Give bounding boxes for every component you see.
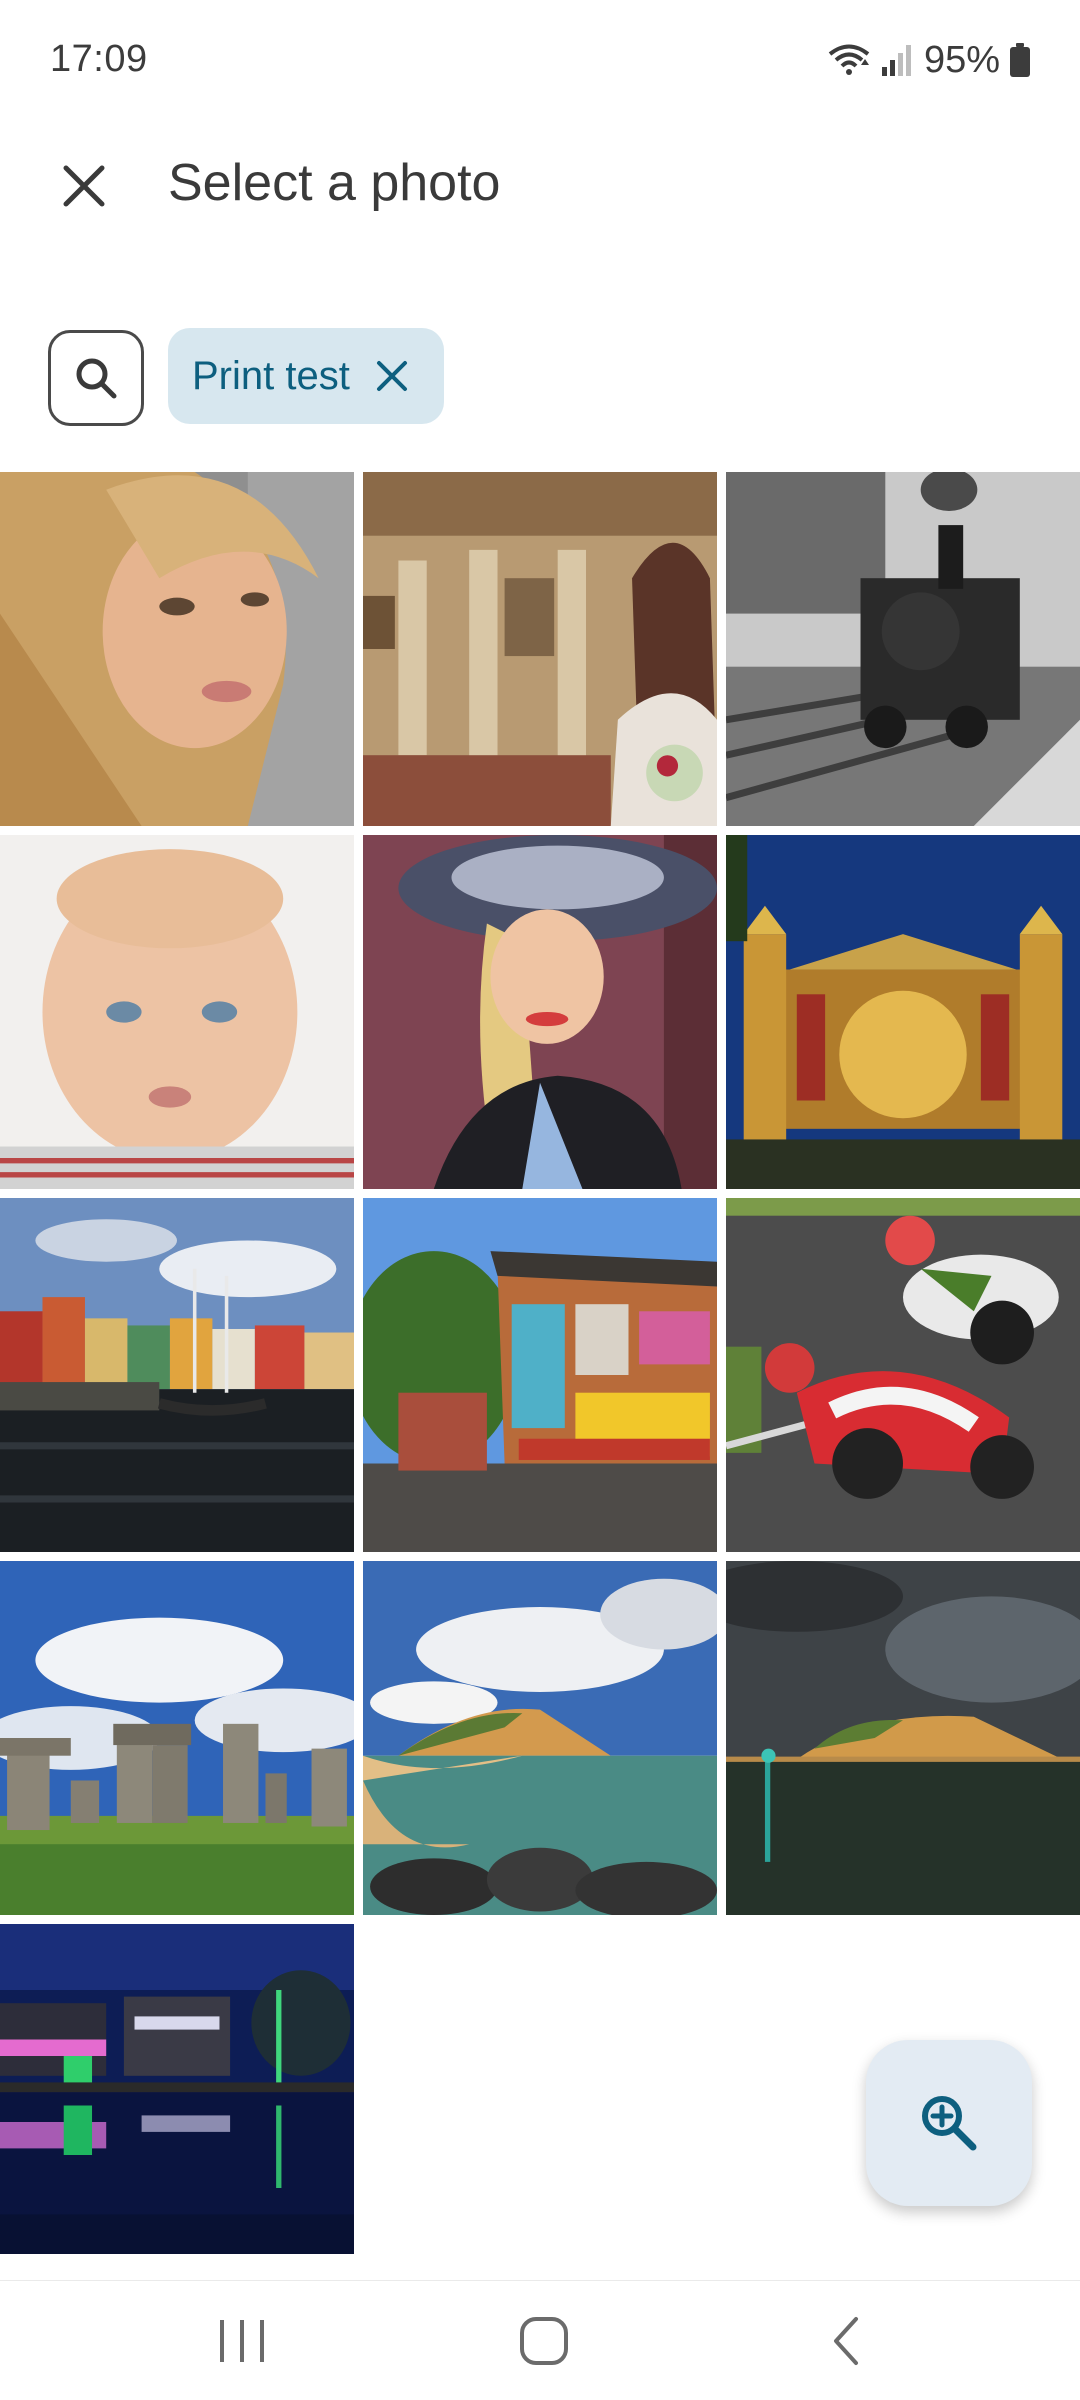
wifi-icon [828,44,870,75]
photo-tile[interactable] [0,835,354,1189]
photo-tile[interactable] [0,472,354,826]
close-icon [376,361,407,391]
back-icon [834,2317,858,2365]
page-title: Select a photo [168,154,501,212]
filter-chip[interactable]: Print test [168,328,444,424]
photo-tile[interactable] [726,835,1080,1189]
photo-tile[interactable] [726,472,1080,826]
search-icon [76,358,117,399]
zoom-button[interactable] [866,2040,1032,2206]
search-button[interactable] [48,330,144,426]
status-bar: 17:09 95% [0,0,1080,120]
signal-icon [881,45,911,76]
status-icons: 95% [828,36,1030,84]
recent-apps-icon [220,2320,264,2362]
photo-tile[interactable] [726,1198,1080,1552]
zoom-in-icon [922,2096,977,2151]
status-time: 17:09 [50,38,148,80]
navigation-bar [0,2280,1080,2400]
chip-label: Print test [192,353,350,398]
recent-apps-button[interactable] [182,2301,302,2381]
battery-icon [1010,43,1030,77]
photo-tile[interactable] [0,1561,354,1915]
photo-tile[interactable] [0,1198,354,1552]
photo-tile[interactable] [726,1561,1080,1915]
photo-tile[interactable] [0,1924,354,2254]
close-icon [63,165,105,207]
header: Select a photo [0,120,1080,250]
close-button[interactable] [40,142,128,230]
home-icon [520,2317,568,2365]
chip-remove-button[interactable] [374,358,410,394]
home-button[interactable] [484,2301,604,2381]
photo-tile[interactable] [363,835,717,1189]
photo-tile[interactable] [363,472,717,826]
photo-tile[interactable] [363,1198,717,1552]
search-row: Print test [0,320,1080,430]
photo-tile[interactable] [363,1561,717,1915]
back-button[interactable] [786,2301,906,2381]
battery-percent: 95% [923,38,1000,81]
